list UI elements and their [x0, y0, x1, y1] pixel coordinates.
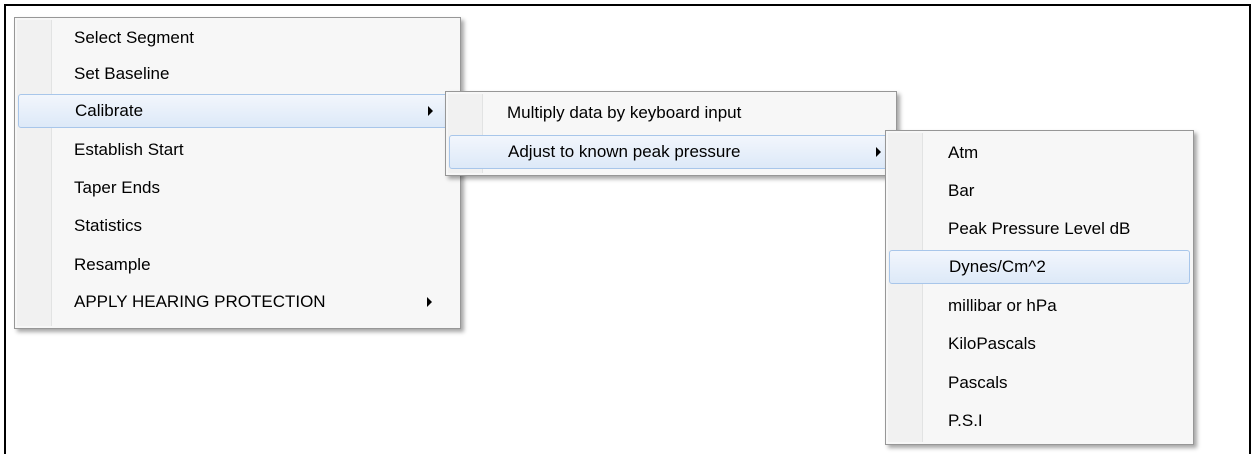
menu-item-label: Pascals — [948, 373, 1008, 392]
menu-item-set-baseline[interactable]: Set Baseline — [18, 57, 457, 91]
menu-item-resample[interactable]: Resample — [18, 248, 457, 282]
context-menu: Select Segment Set Baseline Calibrate Es… — [14, 17, 461, 329]
submenu-arrow-icon — [427, 297, 432, 307]
menu-item-millibar-or-hpa[interactable]: millibar or hPa — [889, 289, 1190, 323]
menu-item-label: KiloPascals — [948, 334, 1036, 353]
menu-item-establish-start[interactable]: Establish Start — [18, 133, 457, 167]
menu-item-label: Set Baseline — [74, 64, 170, 83]
menu-item-label: APPLY HEARING PROTECTION — [74, 292, 326, 311]
menu-item-adjust-to-known-peak-pressure[interactable]: Adjust to known peak pressure — [449, 135, 893, 169]
menu-item-label: Peak Pressure Level dB — [948, 219, 1131, 238]
menu-item-apply-hearing-protection[interactable]: APPLY HEARING PROTECTION — [18, 285, 457, 319]
menu-item-statistics[interactable]: Statistics — [18, 209, 457, 243]
menu-item-atm[interactable]: Atm — [889, 136, 1190, 170]
menu-item-label: Adjust to known peak pressure — [508, 142, 741, 161]
menu-item-label: Select Segment — [74, 28, 195, 47]
menu-item-label: Establish Start — [74, 140, 184, 159]
menu-item-taper-ends[interactable]: Taper Ends — [18, 171, 457, 205]
menu-item-bar[interactable]: Bar — [889, 174, 1190, 208]
menu-item-label: Calibrate — [75, 101, 144, 120]
units-submenu: Atm Bar Peak Pressure Level dB Dynes/Cm^… — [885, 130, 1194, 445]
menu-item-psi[interactable]: P.S.I — [889, 404, 1190, 438]
menu-item-select-segment[interactable]: Select Segment — [18, 21, 457, 55]
menu-item-label: P.S.I — [948, 411, 983, 430]
menu-item-kilopascals[interactable]: KiloPascals — [889, 327, 1190, 361]
menu-item-label: millibar or hPa — [948, 296, 1057, 315]
submenu-arrow-icon — [428, 106, 433, 116]
menu-item-label: Bar — [948, 181, 975, 200]
menu-item-label: Dynes/Cm^2 — [949, 257, 1046, 276]
submenu-arrow-icon — [876, 147, 881, 157]
menu-item-label: Atm — [948, 143, 979, 162]
menu-item-calibrate[interactable]: Calibrate — [18, 94, 457, 128]
menu-item-pascals[interactable]: Pascals — [889, 366, 1190, 400]
calibrate-submenu: Multiply data by keyboard input Adjust t… — [445, 91, 897, 176]
menu-item-multiply-by-keyboard-input[interactable]: Multiply data by keyboard input — [449, 96, 893, 130]
menu-item-dynes-cm2[interactable]: Dynes/Cm^2 — [889, 250, 1190, 284]
menu-item-label: Resample — [74, 255, 151, 274]
menu-item-label: Taper Ends — [74, 178, 160, 197]
menu-item-label: Statistics — [74, 216, 143, 235]
menu-item-label: Multiply data by keyboard input — [507, 103, 742, 122]
menu-item-peak-pressure-level-db[interactable]: Peak Pressure Level dB — [889, 212, 1190, 246]
